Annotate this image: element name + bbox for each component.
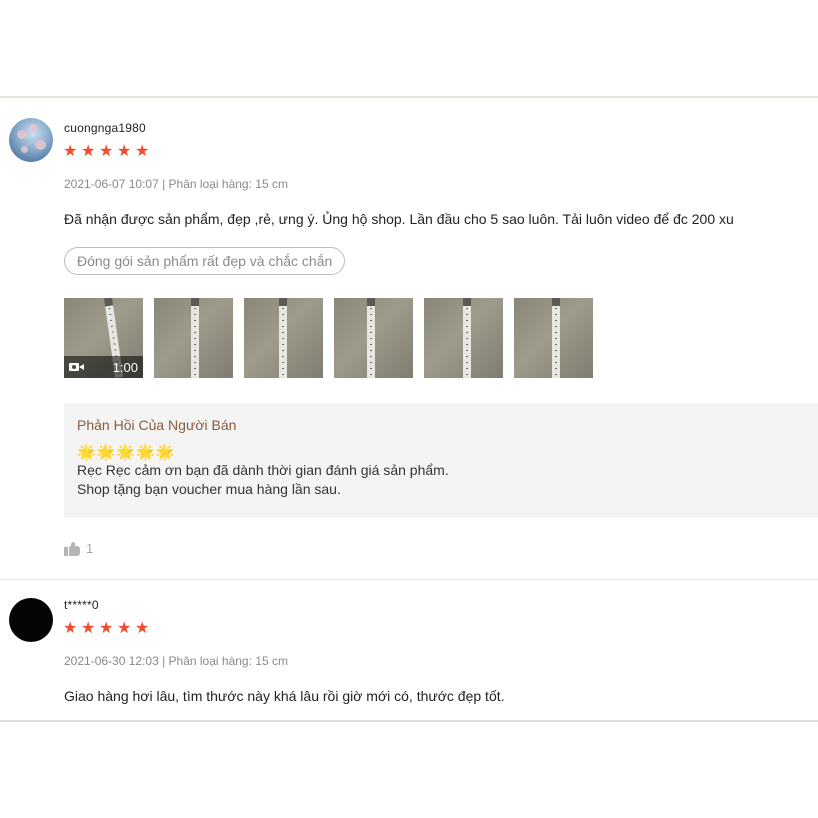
video-duration: 1:00 [112,359,138,375]
review-meta: 2021-06-30 12:03 | Phân loại hàng: 15 cm [64,654,288,668]
image-thumbnail[interactable] [244,298,323,378]
video-thumbnail[interactable]: 1:00 [64,298,143,378]
sparkle-emoji: 🌟🌟🌟🌟🌟 [77,443,176,461]
review-meta: 2021-06-07 10:07 | Phân loại hàng: 15 cm [64,177,288,191]
star-icon: ★ [99,141,114,160]
thumbs-up-icon [64,541,80,556]
image-thumbnail[interactable] [424,298,503,378]
video-overlay: 1:00 [64,356,143,378]
seller-reply-title: Phản Hồi Của Người Bán [77,417,237,433]
seller-reply-line: Rẹc Rẹc cảm ơn bạn đã dành thời gian đán… [77,462,449,478]
review-username[interactable]: t*****0 [64,598,99,612]
bottom-divider [0,720,818,722]
star-icon: ★ [81,618,96,637]
rating-stars: ★ ★ ★ ★ ★ [63,618,150,637]
video-camera-icon [69,362,85,372]
star-icon: ★ [63,618,78,637]
avatar[interactable] [9,598,53,642]
avatar[interactable] [9,118,53,162]
like-count: 1 [86,541,94,556]
star-icon: ★ [135,618,150,637]
seller-reply-line: Shop tặng bạn voucher mua hàng lần sau. [77,481,341,497]
review-media: 1:00 [64,298,593,378]
image-thumbnail[interactable] [514,298,593,378]
review-divider [0,579,818,580]
seller-reply: Phản Hồi Của Người Bán 🌟🌟🌟🌟🌟 Rẹc Rẹc cảm… [64,403,818,518]
star-icon: ★ [63,141,78,160]
star-icon: ★ [135,141,150,160]
top-divider [0,96,818,98]
star-icon: ★ [81,141,96,160]
review-username[interactable]: cuongnga1980 [64,121,146,135]
star-icon: ★ [117,618,132,637]
rating-stars: ★ ★ ★ ★ ★ [63,141,150,160]
review-tag: Đóng gói sản phẩm rất đẹp và chắc chắn [64,247,346,275]
star-icon: ★ [117,141,132,160]
like-button[interactable]: 1 [64,541,93,556]
star-icon: ★ [99,618,114,637]
review-text: Đã nhận được sản phẩm, đẹp ,rẻ, ưng ý. Ủ… [64,211,734,227]
image-thumbnail[interactable] [154,298,233,378]
review-text: Giao hàng hơi lâu, tìm thước này khá lâu… [64,688,505,704]
image-thumbnail[interactable] [334,298,413,378]
